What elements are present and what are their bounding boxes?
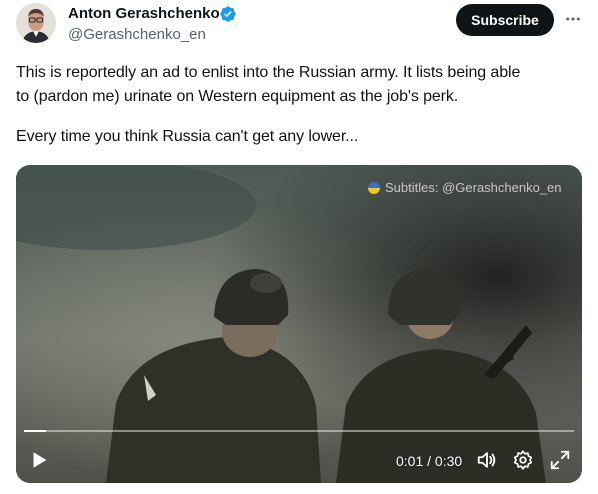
volume-icon[interactable] xyxy=(476,449,498,471)
tweet-text-line: Every time you think Russia can't get an… xyxy=(16,128,359,145)
video-frame xyxy=(16,165,582,483)
tweet-text-line: to (pardon me) urinate on Western equipm… xyxy=(16,88,459,105)
tweet-header: Anton Gerashchenko @Gerashchenko_en Subs… xyxy=(0,0,598,50)
fullscreen-icon[interactable] xyxy=(549,449,571,471)
subtitles-watermark: Subtitles: @Gerashchenko_en xyxy=(368,180,562,195)
video-time: 0:01 / 0:30 xyxy=(396,453,463,469)
play-icon[interactable] xyxy=(28,449,50,471)
subscribe-button[interactable]: Subscribe xyxy=(456,4,554,36)
tweet-text-line: This is reportedly an ad to enlist into … xyxy=(16,64,521,81)
video-progress-fill xyxy=(24,430,46,432)
ukraine-flag-icon xyxy=(368,181,380,194)
verified-badge-icon xyxy=(219,5,237,23)
video-player[interactable]: Subtitles: @Gerashchenko_en 0:01 / 0:30 xyxy=(16,165,582,483)
author-name[interactable]: Anton Gerashchenko xyxy=(68,5,220,22)
author-handle[interactable]: @Gerashchenko_en xyxy=(68,26,206,43)
settings-icon[interactable] xyxy=(512,449,534,471)
watermark-text: Subtitles: @Gerashchenko_en xyxy=(385,180,562,195)
video-progress-bar[interactable] xyxy=(24,430,574,432)
tweet-text: This is reportedly an ad to enlist into … xyxy=(16,61,576,149)
avatar[interactable] xyxy=(16,3,56,43)
more-horizontal-icon[interactable] xyxy=(562,8,584,30)
